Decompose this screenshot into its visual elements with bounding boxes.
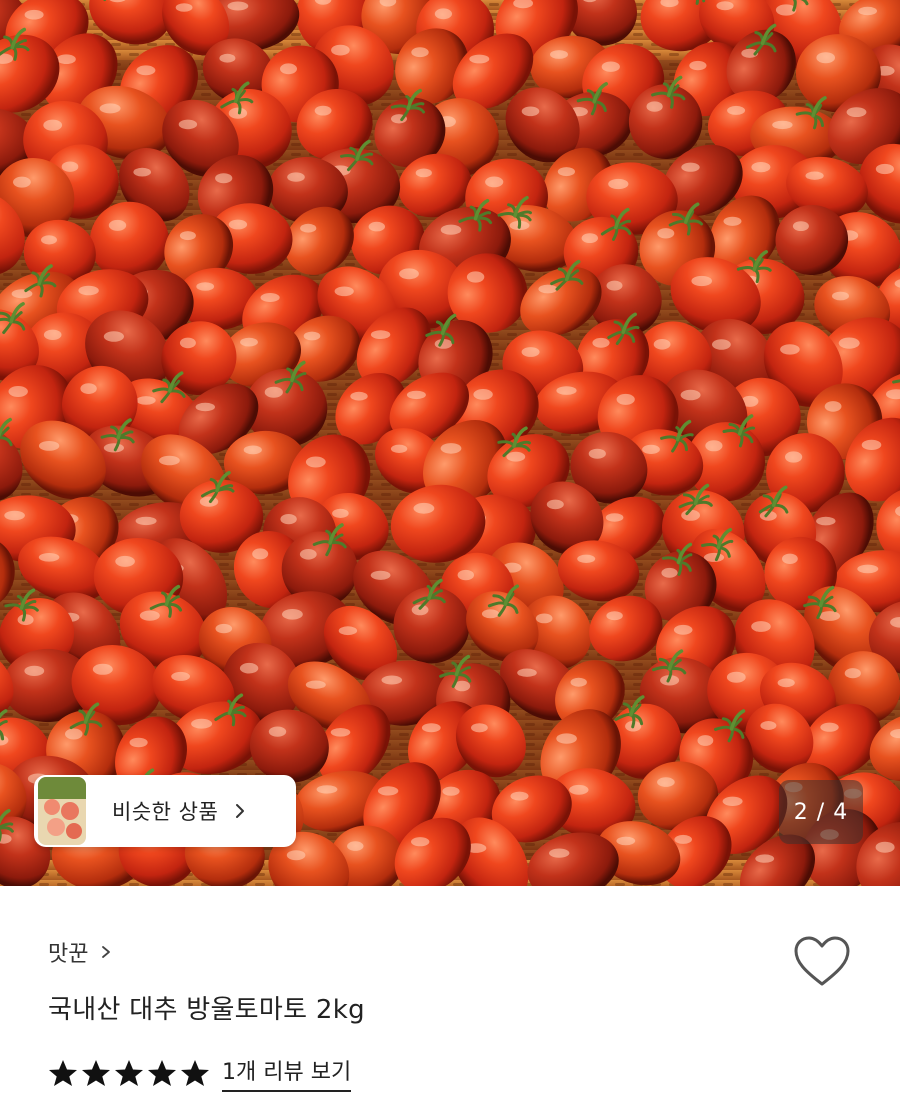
product-title: 국내산 대추 방울토마토 2kg xyxy=(48,995,365,1025)
rating-stars xyxy=(48,1059,210,1087)
heart-outline-icon[interactable] xyxy=(793,934,851,988)
seller-name: 맛꾼 xyxy=(48,942,89,967)
star-filled-icon xyxy=(49,1060,77,1086)
star-filled-icon xyxy=(115,1060,143,1086)
similar-products-label: 비슷한 상품 xyxy=(112,800,219,824)
product-image-carousel[interactable]: 비슷한 상품 2 / 4 xyxy=(0,0,900,886)
product-photo xyxy=(0,0,900,886)
star-filled-icon xyxy=(181,1060,209,1086)
rating-row: 1개 리뷰 보기 xyxy=(48,1054,352,1092)
seller-link[interactable]: 맛꾼 xyxy=(48,936,112,968)
star-filled-icon xyxy=(82,1060,110,1086)
star-filled-icon xyxy=(148,1060,176,1086)
image-page-counter: 2 / 4 xyxy=(779,780,863,844)
review-link[interactable]: 1개 리뷰 보기 xyxy=(222,1054,352,1092)
chevron-right-icon xyxy=(102,946,111,958)
similar-products-thumbnail xyxy=(38,777,86,845)
chevron-right-icon xyxy=(236,804,245,818)
similar-products-button[interactable]: 비슷한 상품 xyxy=(34,775,296,847)
